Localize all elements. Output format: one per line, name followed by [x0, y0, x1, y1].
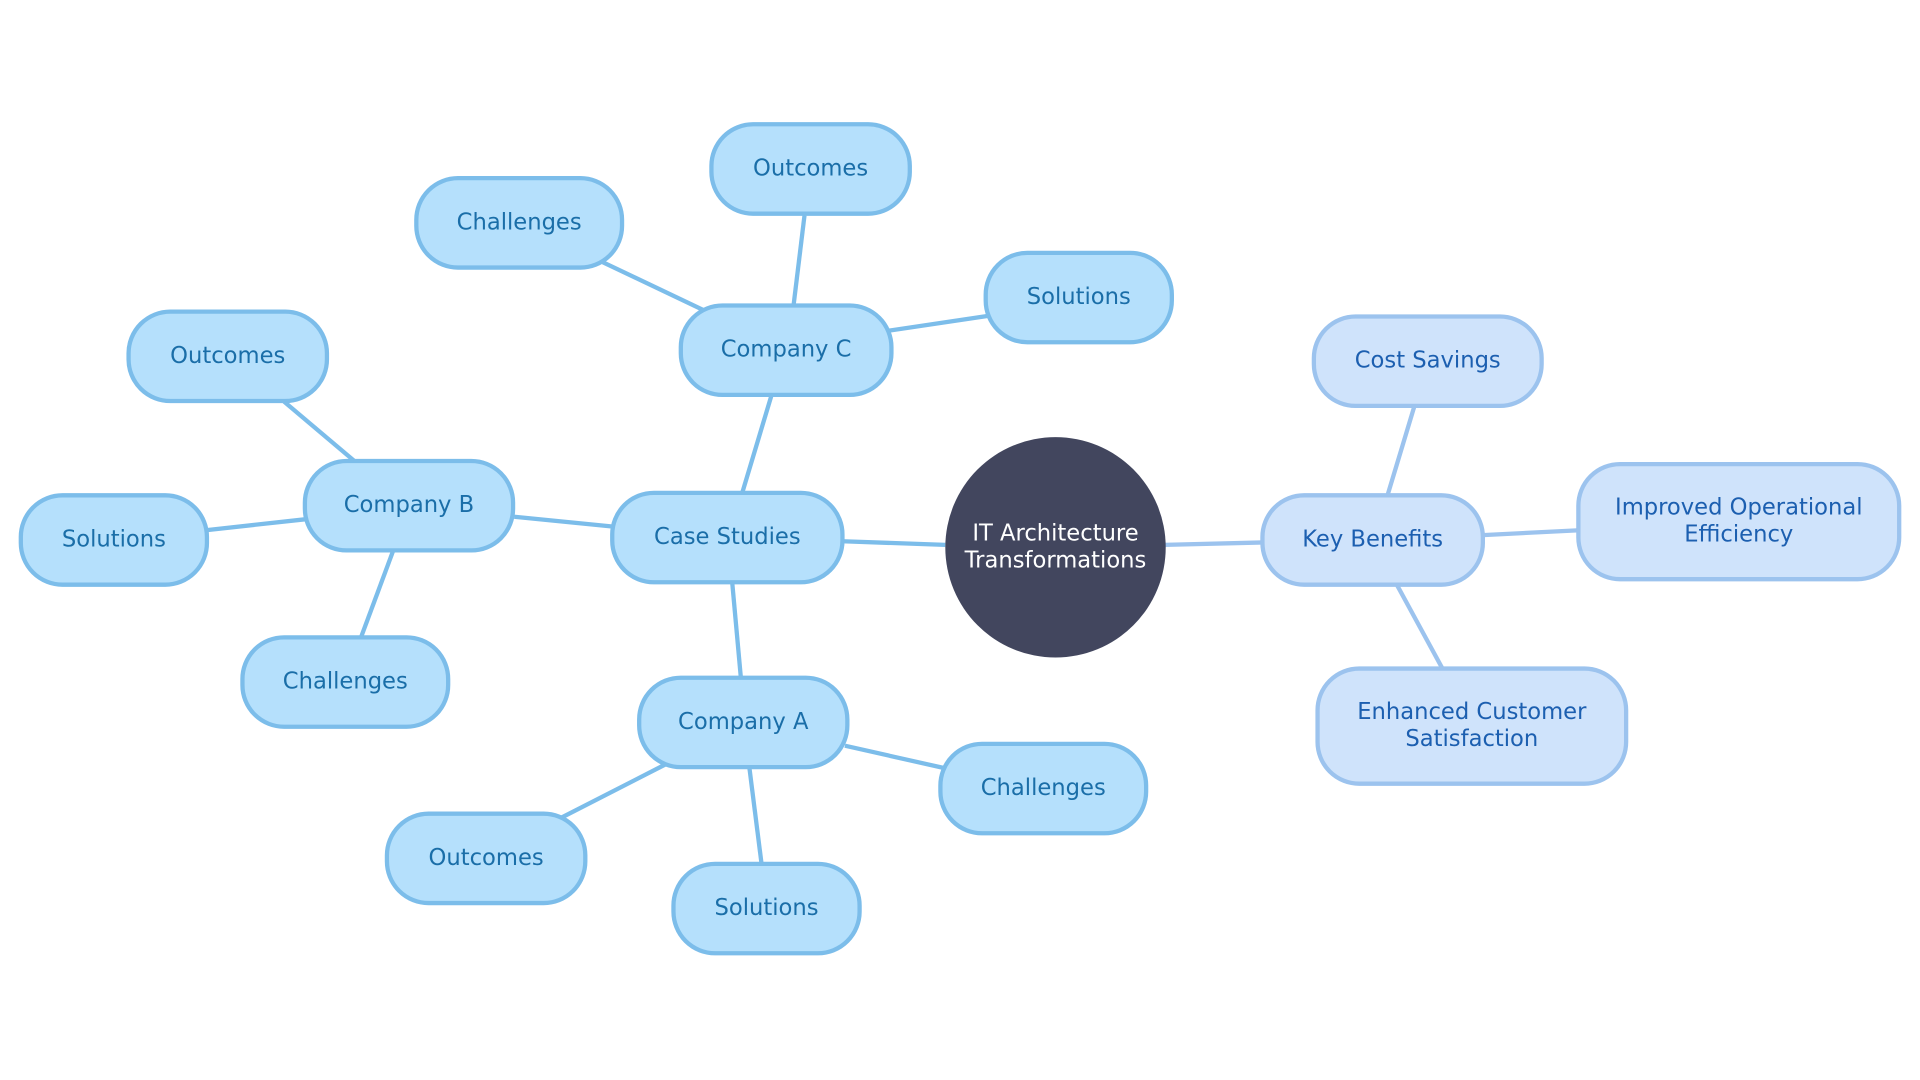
node-label: Outcomes: [753, 155, 868, 181]
edge-case-compC: [739, 394, 774, 495]
node-kb-eff[interactable]: Improved OperationalEfficiency: [1576, 461, 1902, 582]
edge-compB-b-sol: [205, 517, 307, 533]
node-c-sol[interactable]: Solutions: [983, 250, 1174, 345]
edge-kb-kb-cost: [1385, 405, 1417, 497]
node-compC[interactable]: Company C: [678, 303, 894, 398]
edge-root-kb: [1164, 540, 1264, 548]
node-b-chal[interactable]: Challenges: [240, 635, 451, 729]
node-case[interactable]: Case Studies: [610, 490, 845, 585]
edge-compB-b-chal: [359, 550, 396, 638]
edge-compC-c-sol: [888, 313, 989, 333]
edge-kb-kb-cust: [1395, 584, 1445, 670]
node-compB[interactable]: Company B: [302, 458, 516, 553]
node-label: Challenges: [283, 669, 408, 695]
node-label: Efficiency: [1684, 522, 1793, 548]
edge-case-compB: [514, 514, 613, 529]
node-b-out[interactable]: Outcomes: [126, 309, 330, 404]
edge-compC-c-chal: [601, 260, 704, 312]
node-c-chal[interactable]: Challenges: [414, 176, 625, 270]
node-a-sol[interactable]: Solutions: [671, 861, 862, 956]
edge-compC-c-out: [791, 215, 807, 307]
edge-kb-kb-eff: [1482, 528, 1580, 538]
node-label: Case Studies: [654, 524, 801, 550]
edge-compA-a-chal: [844, 743, 944, 770]
node-kb-cost[interactable]: Cost Savings: [1311, 314, 1544, 409]
node-label: Key Benefits: [1302, 527, 1443, 553]
node-label: Improved Operational: [1615, 495, 1863, 521]
node-compA[interactable]: Company A: [637, 675, 850, 770]
node-label: Satisfaction: [1405, 726, 1538, 752]
node-label: Cost Savings: [1355, 348, 1501, 374]
root-node[interactable]: IT ArchitectureTransformations: [945, 437, 1166, 658]
edge-compB-b-out: [282, 399, 357, 464]
node-label: Challenges: [981, 775, 1106, 801]
edge-compA-a-sol: [747, 767, 764, 865]
edge-compA-a-out: [559, 762, 668, 820]
node-label: Challenges: [457, 209, 582, 235]
mindmap-canvas: IT ArchitectureTransformations Case Studi…: [18, 122, 1902, 956]
nodes-layer: IT ArchitectureTransformations Case Studi…: [18, 122, 1902, 956]
node-label: Company C: [721, 337, 852, 363]
node-label: Outcomes: [170, 343, 285, 369]
node-label: Transformations: [964, 547, 1147, 573]
node-label: Enhanced Customer: [1357, 699, 1587, 725]
node-kb[interactable]: Key Benefits: [1260, 493, 1485, 587]
node-label: Solutions: [715, 895, 819, 921]
edge-case-compA: [730, 582, 743, 678]
node-label: Solutions: [62, 527, 166, 553]
node-label: Solutions: [1027, 284, 1131, 310]
node-a-out[interactable]: Outcomes: [384, 811, 588, 906]
node-c-out[interactable]: Outcomes: [709, 122, 912, 216]
node-label: Company B: [344, 492, 474, 518]
node-a-chal[interactable]: Challenges: [938, 741, 1149, 836]
edge-root-case: [842, 539, 946, 548]
node-label: IT Architecture: [972, 520, 1138, 546]
node-label: Outcomes: [429, 845, 544, 871]
node-b-sol[interactable]: Solutions: [18, 493, 210, 587]
node-kb-cust[interactable]: Enhanced CustomerSatisfaction: [1315, 666, 1629, 786]
node-label: Company A: [678, 709, 809, 735]
